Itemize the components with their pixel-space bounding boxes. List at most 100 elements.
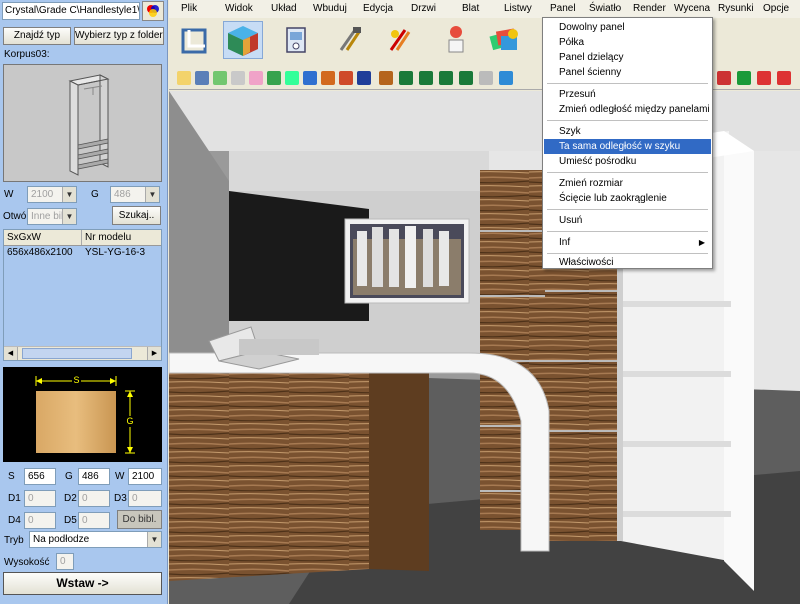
- find-type-button[interactable]: Znajdź typ: [3, 27, 71, 45]
- height-input[interactable]: 0: [56, 553, 74, 570]
- menu-bar: Plik Widok Układ Wbuduj Edycja Drzwi Bla…: [169, 0, 800, 18]
- scroll-left-icon[interactable]: ◀: [4, 347, 18, 360]
- menu-plik[interactable]: Plik: [181, 3, 197, 14]
- menu-panel[interactable]: Panel: [550, 3, 576, 14]
- w-input[interactable]: 2100: [128, 468, 162, 485]
- d3-input[interactable]: 0: [128, 490, 162, 507]
- next-icon[interactable]: [777, 71, 791, 85]
- wall-icon[interactable]: [177, 22, 211, 56]
- menu-item-wlasciwosci[interactable]: Właściwości: [544, 255, 711, 270]
- menu-rysunki[interactable]: Rysunki: [718, 3, 754, 14]
- chevron-down-icon: ▼: [62, 209, 76, 224]
- home-icon[interactable]: [321, 71, 335, 85]
- w-combo[interactable]: 2100 ▼: [27, 186, 77, 203]
- menu-separator: [547, 253, 708, 254]
- door-tools-icon[interactable]: [383, 22, 417, 56]
- previous-icon[interactable]: [757, 71, 771, 85]
- panel-side-icon[interactable]: [459, 71, 473, 85]
- column-header-model[interactable]: Nr modelu: [82, 230, 161, 245]
- new-icon[interactable]: [213, 71, 227, 85]
- delete-icon[interactable]: [717, 71, 731, 85]
- menu-item-przesun[interactable]: Przesuń: [544, 87, 711, 102]
- menu-wycena[interactable]: Wycena: [674, 3, 710, 14]
- cabinet-preview-image: [68, 74, 110, 176]
- cabinet-preview: [3, 64, 162, 182]
- otwor-combo[interactable]: Inne bib ▼: [27, 208, 77, 225]
- dimension-preview: S G: [3, 367, 162, 462]
- menu-item-panel-dzielacy[interactable]: Panel dzielący: [544, 50, 711, 65]
- tools-icon[interactable]: [333, 22, 367, 56]
- menu-item-ta-sama-odleglosc[interactable]: Ta sama odległość w szyku: [544, 139, 711, 154]
- menu-item-polka[interactable]: Półka: [544, 35, 711, 50]
- menu-opcje[interactable]: Opcje: [763, 3, 789, 14]
- g-combo-value: 486: [114, 189, 131, 200]
- cabinet-3d-icon[interactable]: [223, 21, 263, 59]
- library-path-field[interactable]: Crystal\Grade C\Handlestyle1\\0: [2, 2, 140, 20]
- menu-render[interactable]: Render: [633, 3, 666, 14]
- panel-top-icon[interactable]: [419, 71, 433, 85]
- w-combo-value: 2100: [31, 189, 54, 200]
- open-icon[interactable]: [177, 71, 191, 85]
- add-to-library-button[interactable]: Do bibl.: [117, 510, 162, 529]
- mode-select-value: Na podłodze: [33, 534, 90, 545]
- menu-listwy[interactable]: Listwy: [504, 3, 532, 14]
- d5-input[interactable]: 0: [78, 512, 110, 529]
- model-table: SxGxW Nr modelu 656x486x2100 YSL-YG-16-3…: [3, 229, 162, 361]
- menu-uklad[interactable]: Układ: [271, 3, 297, 14]
- menu-separator: [547, 231, 708, 232]
- panel-icon[interactable]: [399, 71, 413, 85]
- chevron-down-icon: ▼: [147, 532, 161, 547]
- materials-icon[interactable]: [487, 22, 521, 56]
- menu-item-usun[interactable]: Usuń: [544, 213, 711, 228]
- menu-item-zmien-rozmiar[interactable]: Zmień rozmiar: [544, 176, 711, 191]
- s-input[interactable]: 656: [24, 468, 56, 485]
- column-header-size[interactable]: SxGxW: [4, 230, 82, 245]
- select-icon[interactable]: [231, 71, 245, 85]
- g-input[interactable]: 486: [78, 468, 110, 485]
- menu-item-inf-label: Inf: [559, 237, 571, 248]
- d2-input[interactable]: 0: [78, 490, 110, 507]
- menu-wbuduj[interactable]: Wbuduj: [313, 3, 347, 14]
- table-cell: 656x486x2100: [7, 247, 73, 258]
- mode-select[interactable]: Na podłodze ▼: [29, 531, 162, 548]
- horizontal-scrollbar[interactable]: ◀ ▶: [4, 346, 161, 360]
- menu-drzwi[interactable]: Drzwi: [411, 3, 436, 14]
- cursor-icon[interactable]: [499, 71, 513, 85]
- search-button[interactable]: Szukaj..: [112, 206, 161, 225]
- menu-item-umiesc-posrodku[interactable]: Umieść pośrodku: [544, 154, 711, 169]
- insert-button[interactable]: Wstaw ->: [3, 572, 162, 595]
- move-icon[interactable]: [285, 71, 299, 85]
- menu-blat[interactable]: Blat: [462, 3, 479, 14]
- scroll-right-icon[interactable]: ▶: [147, 347, 161, 360]
- d4-input[interactable]: 0: [24, 512, 56, 529]
- panel-bottom-icon[interactable]: [439, 71, 453, 85]
- menu-item-panel-scienny[interactable]: Panel ścienny: [544, 65, 711, 80]
- check-icon[interactable]: [737, 71, 751, 85]
- menu-separator: [547, 209, 708, 210]
- menu-item-szyk[interactable]: Szyk: [544, 124, 711, 139]
- menu-item-inf[interactable]: Inf ▶: [544, 235, 711, 250]
- save-icon[interactable]: [195, 71, 209, 85]
- d1-input[interactable]: 0: [24, 490, 56, 507]
- appliance-icon[interactable]: [279, 22, 313, 56]
- cut-icon[interactable]: [249, 71, 263, 85]
- copy-icon[interactable]: [267, 71, 281, 85]
- menu-item-sciecie[interactable]: Ścięcie lub zaokrąglenie: [544, 191, 711, 206]
- menu-item-zmien-odleglosc[interactable]: Zmień odległość między panelami: [544, 102, 711, 117]
- color-picker-button[interactable]: [142, 1, 164, 21]
- rotate-icon[interactable]: [303, 71, 317, 85]
- menu-item-dowolny-panel[interactable]: Dowolny panel: [544, 20, 711, 35]
- scroll-thumb[interactable]: [22, 348, 132, 359]
- w-size-label: W: [115, 471, 125, 482]
- menu-swiatlo[interactable]: Światło: [589, 3, 621, 14]
- menu-widok[interactable]: Widok: [225, 3, 253, 14]
- info-icon[interactable]: [357, 71, 371, 85]
- otwor-label: Otwó: [3, 211, 27, 222]
- align-icon[interactable]: [339, 71, 353, 85]
- table-row[interactable]: 656x486x2100 YSL-YG-16-3: [4, 246, 161, 261]
- wood-block-icon[interactable]: [379, 71, 393, 85]
- g-combo[interactable]: 486 ▼: [110, 186, 160, 203]
- decoration-icon[interactable]: [439, 22, 473, 56]
- choose-folder-button[interactable]: Wybierz typ z folderu: [74, 27, 164, 45]
- menu-edycja[interactable]: Edycja: [363, 3, 393, 14]
